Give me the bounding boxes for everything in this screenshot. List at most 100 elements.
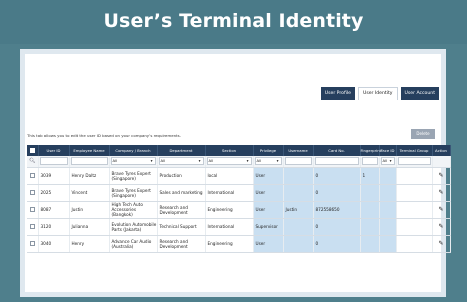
- chevron-down-icon: ▾: [198, 158, 201, 164]
- cell-action: ✎: [432, 184, 451, 202]
- table-header-row: User ID Employee Name Company / Branch D…: [27, 145, 451, 156]
- delete-button[interactable]: Delete: [411, 129, 435, 139]
- filter-fingerprint-input[interactable]: [361, 157, 378, 166]
- pencil-icon[interactable]: ✎: [438, 206, 443, 213]
- filter-department-select[interactable]: All ▾: [158, 157, 204, 166]
- cell-card-no: 0: [313, 235, 361, 253]
- cell-privilege: User: [253, 235, 284, 253]
- pencil-icon[interactable]: ✎: [438, 223, 443, 230]
- tab-bar: User Profile User Identity User Account: [320, 87, 439, 100]
- table-row[interactable]: 3120 Julianna Evolution Automobile Parts…: [27, 218, 451, 236]
- filter-face-id-value: All: [382, 158, 388, 164]
- filter-face-id-select[interactable]: All ▾: [380, 157, 395, 166]
- cell-section: International: [205, 218, 254, 236]
- cell-terminal-group: [396, 184, 433, 202]
- filter-department[interactable]: All ▾: [157, 156, 206, 168]
- filter-fingerprint[interactable]: [360, 156, 380, 168]
- filter-department-value: All: [160, 158, 166, 164]
- cell-action: ✎: [432, 235, 451, 253]
- content-frame: User Profile User Identity User Account …: [20, 49, 451, 297]
- filter-section-select[interactable]: All ▾: [206, 157, 252, 166]
- cell-face-id: [379, 184, 397, 202]
- pencil-icon[interactable]: ✎: [438, 240, 443, 247]
- header-terminal-group[interactable]: Terminal Group: [396, 145, 433, 156]
- table-row[interactable]: 8087 Justin High Tech Auto Accessories (…: [27, 201, 451, 219]
- cell-user-id: 3040: [38, 235, 70, 253]
- pencil-icon[interactable]: ✎: [438, 172, 443, 179]
- cell-company: Brave Tyres Expert (Singapore): [109, 167, 158, 185]
- header-department[interactable]: Department: [157, 145, 206, 156]
- cell-fingerprint: 1: [360, 167, 380, 185]
- header-company-branch[interactable]: Company / Branch: [109, 145, 158, 156]
- search-icon[interactable]: 🔍︎: [29, 158, 35, 164]
- filter-company-value: All: [112, 158, 118, 164]
- cell-employee-name: Henry Daltz: [69, 167, 110, 185]
- tab-user-account[interactable]: User Account: [400, 87, 439, 100]
- row-checkbox-cell[interactable]: [27, 184, 39, 202]
- filter-terminal-group-input[interactable]: [397, 157, 431, 166]
- header-username[interactable]: Username: [283, 145, 314, 156]
- filter-company-select[interactable]: All ▾: [110, 157, 156, 166]
- row-checkbox-cell[interactable]: [27, 218, 39, 236]
- cell-section: International: [205, 184, 254, 202]
- header-privilege[interactable]: Privilege: [253, 145, 284, 156]
- filter-employee-name-input[interactable]: [70, 157, 108, 166]
- table-row[interactable]: 3039 Henry Daltz Brave Tyres Expert (Sin…: [27, 167, 451, 185]
- identity-panel: User Profile User Identity User Account …: [25, 54, 451, 292]
- filter-face-id[interactable]: All ▾: [379, 156, 397, 168]
- cell-company: Brave Tyres Expert (Singapore): [109, 184, 158, 202]
- header-employee-name[interactable]: Employee Name: [69, 145, 110, 156]
- cell-face-id: [379, 201, 397, 219]
- cell-employee-name: Julianna: [69, 218, 110, 236]
- filter-privilege[interactable]: All ▾: [253, 156, 284, 168]
- pencil-icon[interactable]: ✎: [438, 189, 443, 196]
- filter-section-value: All: [208, 158, 214, 164]
- cell-username: [283, 184, 314, 202]
- cell-action: ✎: [432, 218, 451, 236]
- row-checkbox[interactable]: [29, 206, 35, 212]
- cell-face-id: [379, 235, 397, 253]
- header-fingerprint[interactable]: Fingerprint: [360, 145, 381, 156]
- filter-username-input[interactable]: [284, 157, 312, 166]
- tab-user-profile[interactable]: User Profile: [320, 87, 355, 100]
- filter-action-blank: [432, 156, 451, 168]
- cell-fingerprint: [360, 218, 380, 236]
- chevron-down-icon: ▾: [150, 158, 153, 164]
- table-row[interactable]: 3040 Henry Advance Car Audio (Australia)…: [27, 235, 451, 253]
- select-all-checkbox[interactable]: [29, 147, 35, 153]
- row-checkbox[interactable]: [29, 172, 35, 178]
- header-action: Action: [432, 145, 451, 156]
- cell-user-id: 3120: [38, 218, 70, 236]
- header-card-no[interactable]: Card No.: [313, 145, 361, 156]
- filter-card-no-input[interactable]: [314, 157, 359, 166]
- header-face-id[interactable]: Face ID: [379, 145, 397, 156]
- filter-privilege-select[interactable]: All ▾: [254, 157, 282, 166]
- cell-card-no: 0: [313, 184, 361, 202]
- filter-username[interactable]: [283, 156, 314, 168]
- filter-employee-name[interactable]: [69, 156, 110, 168]
- filter-company[interactable]: All ▾: [109, 156, 158, 168]
- filter-user-id-input[interactable]: [39, 157, 68, 166]
- row-checkbox[interactable]: [29, 240, 35, 246]
- cell-department: Research and Development: [157, 235, 206, 253]
- header-section[interactable]: Section: [205, 145, 254, 156]
- cell-terminal-group: [396, 201, 433, 219]
- filter-terminal-group[interactable]: [396, 156, 433, 168]
- row-checkbox-cell[interactable]: [27, 235, 39, 253]
- select-all-header[interactable]: [27, 145, 39, 156]
- cell-section: Engineering: [205, 201, 254, 219]
- header-user-id[interactable]: User ID: [38, 145, 70, 156]
- filter-section[interactable]: All ▾: [205, 156, 254, 168]
- row-checkbox-cell[interactable]: [27, 201, 39, 219]
- filter-user-id[interactable]: [38, 156, 70, 168]
- cell-face-id: [379, 167, 397, 185]
- cell-user-id: 8087: [38, 201, 70, 219]
- cell-employee-name: Vincent: [69, 184, 110, 202]
- row-checkbox[interactable]: [29, 223, 35, 229]
- cell-username: [283, 167, 314, 185]
- filter-card-no[interactable]: [313, 156, 361, 168]
- tab-user-identity[interactable]: User Identity: [357, 87, 398, 100]
- table-row[interactable]: 2025 Vincent Brave Tyres Expert (Singapo…: [27, 184, 451, 202]
- row-checkbox[interactable]: [29, 189, 35, 195]
- row-checkbox-cell[interactable]: [27, 167, 39, 185]
